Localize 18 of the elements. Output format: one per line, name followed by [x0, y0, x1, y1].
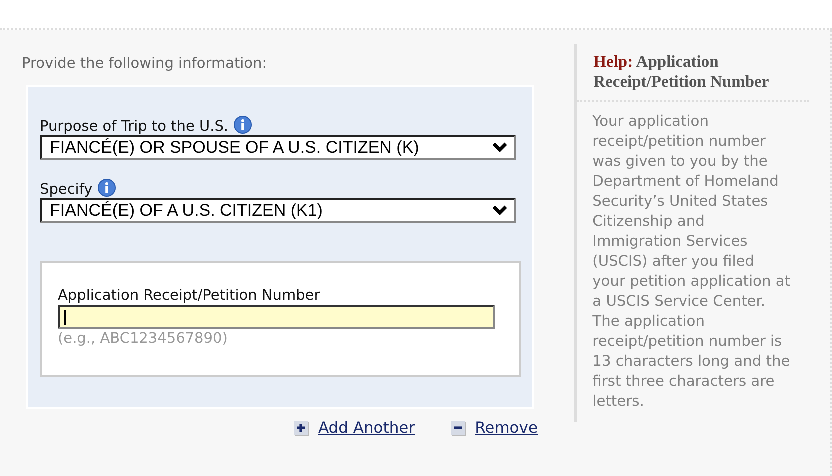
dropdown-select[interactable]: FIANCÉ(E) OF A U.S. CITIZEN (K1) [40, 198, 516, 223]
add-another-link[interactable]: Add Another [318, 419, 416, 437]
instruction-text: Provide the following information: [22, 56, 268, 74]
remove-link[interactable]: Remove [475, 419, 538, 437]
dropdown-select[interactable]: FIANCÉ(E) OR SPOUSE OF A U.S. CITIZEN (K) [40, 135, 516, 160]
info-icon[interactable] [232, 115, 253, 135]
field-hint: (e.g., ABC1234567890) [58, 331, 229, 347]
plus-icon[interactable] [294, 421, 308, 435]
minus-icon[interactable] [451, 421, 466, 435]
petition-number-field[interactable] [58, 305, 495, 329]
info-icon[interactable] [96, 178, 117, 198]
chevron-down-icon [492, 142, 508, 153]
field-label: Specify [40, 182, 93, 198]
help-text: Your application receipt/petition number was given to you by the Department of Homeland Security’s United States Citizenship and Immigration Services (USCIS) after you filed your petition application at a USCIS Service Center. The application receipt/petition number is 13 characters long and the first three characters are letters. [592, 112, 792, 412]
help-heading: Help: Application Receipt/Petition Number [576, 44, 809, 102]
chevron-down-icon [492, 205, 508, 216]
field-label: Application Receipt/Petition Number [58, 287, 322, 305]
field-label: Purpose of Trip to the U.S. [40, 119, 229, 135]
